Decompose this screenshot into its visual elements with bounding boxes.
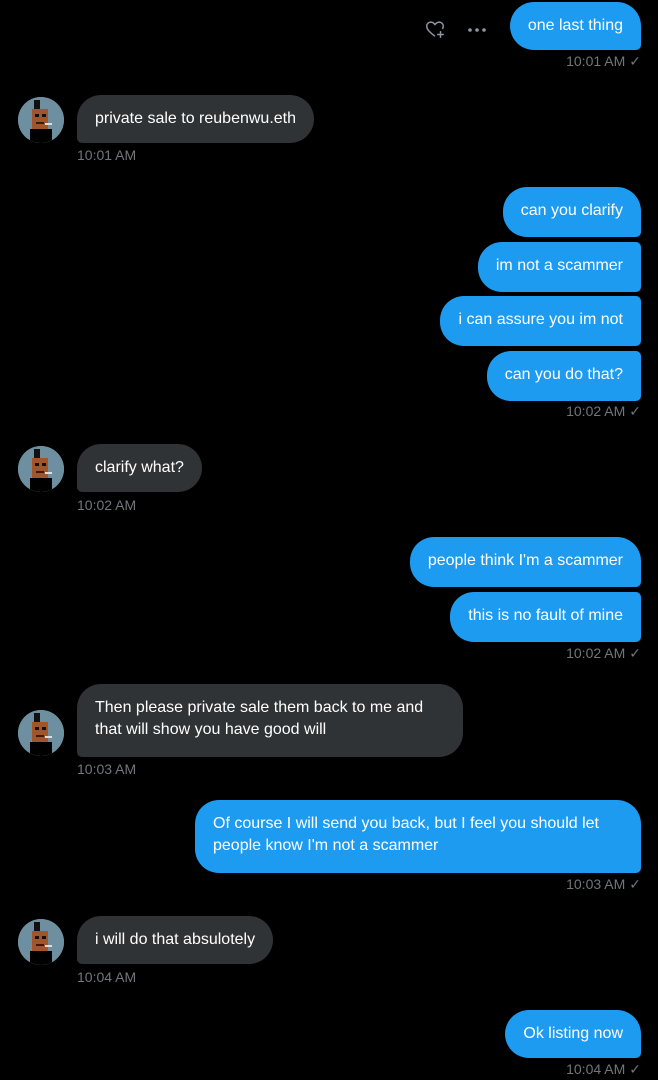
message-bubble-sent[interactable]: can you do that? bbox=[486, 351, 641, 401]
message-timestamp: 10:02 AM ✓ bbox=[566, 403, 641, 419]
message-timestamp: 10:02 AM bbox=[77, 497, 137, 513]
pixel-avatar bbox=[18, 97, 64, 143]
message-bubble-sent[interactable]: one last thing bbox=[509, 2, 641, 50]
message-bubble-sent[interactable]: Of course I will send you back, but I fe… bbox=[195, 800, 641, 873]
message-bubble-received[interactable]: i will do that absulotely bbox=[77, 916, 274, 964]
avatar[interactable] bbox=[18, 446, 64, 492]
message-bubble-sent[interactable]: i can assure you im not bbox=[440, 296, 641, 346]
heart-plus-icon bbox=[426, 21, 444, 38]
avatar[interactable] bbox=[18, 919, 64, 965]
sent-status-icon: ✓ bbox=[629, 876, 641, 892]
more-options-button[interactable] bbox=[466, 20, 488, 40]
sent-status-icon: ✓ bbox=[629, 403, 641, 419]
message-bubble-received[interactable]: Then please private sale them back to me… bbox=[77, 684, 463, 757]
pixel-avatar bbox=[18, 710, 64, 756]
avatar[interactable] bbox=[18, 97, 64, 143]
message-timestamp: 10:02 AM ✓ bbox=[566, 645, 641, 661]
sent-status-icon: ✓ bbox=[629, 645, 641, 661]
message-timestamp: 10:03 AM bbox=[77, 761, 137, 777]
sent-status-icon: ✓ bbox=[629, 1061, 641, 1077]
message-bubble-sent[interactable]: im not a scammer bbox=[477, 242, 641, 292]
more-horizontal-icon bbox=[468, 28, 486, 32]
avatar[interactable] bbox=[18, 710, 64, 756]
message-timestamp: 10:03 AM ✓ bbox=[566, 876, 641, 892]
message-timestamp: 10:01 AM bbox=[77, 147, 137, 163]
message-timestamp: 10:04 AM ✓ bbox=[566, 1061, 641, 1077]
pixel-avatar bbox=[18, 919, 64, 965]
message-bubble-sent[interactable]: people think I'm a scammer bbox=[409, 537, 641, 587]
message-timestamp: 10:01 AM ✓ bbox=[566, 53, 641, 69]
message-bubble-sent[interactable]: this is no fault of mine bbox=[450, 592, 641, 642]
message-bubble-received[interactable]: private sale to reubenwu.eth bbox=[77, 95, 315, 143]
message-bubble-received[interactable]: clarify what? bbox=[77, 444, 202, 492]
message-bubble-sent[interactable]: can you clarify bbox=[502, 187, 641, 237]
pixel-avatar bbox=[18, 446, 64, 492]
message-timestamp: 10:04 AM bbox=[77, 969, 137, 985]
sent-status-icon: ✓ bbox=[629, 53, 641, 69]
react-button[interactable] bbox=[424, 18, 446, 40]
message-bubble-sent[interactable]: Ok listing now bbox=[505, 1010, 641, 1058]
